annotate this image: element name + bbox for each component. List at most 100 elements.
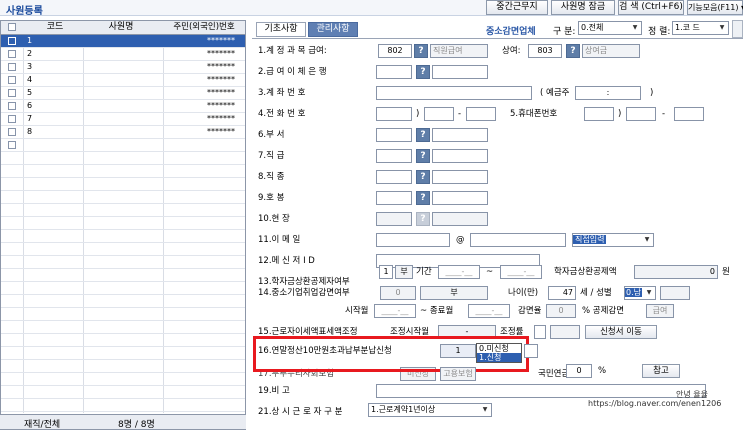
list-item[interactable]: 1 ******* xyxy=(1,35,245,48)
row-checkbox[interactable] xyxy=(8,102,16,110)
row-rrn: ******* xyxy=(207,88,235,97)
row-checkbox[interactable] xyxy=(8,89,16,97)
list-item[interactable]: 5 ******* xyxy=(1,87,245,100)
pension-rate[interactable]: 0 xyxy=(566,364,592,378)
bank-code-input[interactable] xyxy=(376,65,412,79)
lookup-icon[interactable]: ? xyxy=(416,191,430,205)
adjust-rate-text xyxy=(550,325,580,339)
pay-step-name[interactable] xyxy=(432,191,488,205)
row-checkbox[interactable] xyxy=(8,115,16,123)
list-item[interactable]: 2 ******* xyxy=(1,48,245,61)
phone-area-input[interactable] xyxy=(376,107,412,121)
list-item-empty[interactable] xyxy=(1,139,245,152)
installment-flag[interactable]: 1 xyxy=(440,344,476,358)
phone-mid-input[interactable] xyxy=(424,107,454,121)
age-input[interactable]: 47 xyxy=(548,286,576,300)
list-item[interactable]: 8 ******* xyxy=(1,126,245,139)
rank-name[interactable] xyxy=(432,149,488,163)
row-rrn: ******* xyxy=(207,101,235,110)
phone-label: 4.전 화 번 호 xyxy=(258,109,306,119)
messenger-label: 12.메 신 저 I D xyxy=(258,256,315,266)
application-move-button[interactable]: 신청서 이동 xyxy=(585,325,657,339)
lookup-icon[interactable]: ? xyxy=(414,44,428,58)
mobile-first-input[interactable] xyxy=(584,107,614,121)
list-item[interactable]: 3 ******* xyxy=(1,61,245,74)
lookup-icon[interactable]: ? xyxy=(416,65,430,79)
row-checkbox[interactable] xyxy=(8,63,16,71)
chevron-down-icon: ▼ xyxy=(719,24,725,31)
option-applied[interactable]: 1.신청 xyxy=(477,353,521,362)
list-item[interactable]: 6 ******* xyxy=(1,100,245,113)
sort-select[interactable]: 1.코 드 ▼ xyxy=(672,21,729,35)
reference-button[interactable]: 참고 xyxy=(642,364,680,378)
lookup-icon[interactable]: ? xyxy=(566,44,580,58)
mobile-mid-input[interactable] xyxy=(626,107,656,121)
list-item[interactable]: 4 ******* xyxy=(1,74,245,87)
tab-basic-info[interactable]: 기초사항 xyxy=(256,22,306,37)
row-checkbox[interactable] xyxy=(8,128,16,136)
period-start[interactable]: ____-__ xyxy=(438,265,480,279)
worker-type-select[interactable]: 1.근로계약1년이상 ▼ xyxy=(368,403,492,417)
row-checkbox[interactable] xyxy=(8,141,16,149)
select-all-checkbox[interactable] xyxy=(8,23,16,31)
period-end[interactable]: ____-__ xyxy=(500,265,542,279)
list-item-empty xyxy=(1,360,245,373)
tab-management[interactable]: 관리사항 xyxy=(308,22,358,37)
department-name[interactable] xyxy=(432,128,488,142)
division-select[interactable]: 0.전체 ▼ xyxy=(578,21,642,35)
panel-scroll-handle[interactable] xyxy=(732,20,743,38)
list-header: 코드 사원명 주민(외국인)번호 xyxy=(1,21,245,35)
function-menu-button[interactable]: 기능모음(F11) ▾ xyxy=(687,0,743,15)
account-number-input[interactable] xyxy=(376,86,532,100)
email-domain-select[interactable]: 직접입력 ▼ xyxy=(572,233,654,247)
employee-lock-button[interactable]: 사원명 잠금 xyxy=(551,0,615,15)
row-checkbox[interactable] xyxy=(8,37,16,45)
option-not-applied[interactable]: 0.미신청 xyxy=(477,344,521,353)
holder-input[interactable]: : xyxy=(575,86,641,100)
salary-account-code[interactable]: 802 xyxy=(378,44,412,58)
column-header-name: 사원명 xyxy=(108,22,134,32)
employee-list-panel: 코드 사원명 주민(외국인)번호 1 ******* 2 ******* 3 *… xyxy=(0,20,246,430)
division-label: 구 분: xyxy=(553,27,576,37)
start-month-input[interactable]: ____-__ xyxy=(374,304,416,318)
job-type-name[interactable] xyxy=(432,170,488,184)
bonus-account-code[interactable]: 803 xyxy=(528,44,562,58)
row-code: 8 xyxy=(27,127,33,136)
student-loan-flag[interactable]: 1 xyxy=(379,265,393,279)
remarks-input[interactable] xyxy=(376,384,706,398)
list-item-empty xyxy=(1,386,245,399)
end-month-label: ~ 종료월 xyxy=(420,306,454,316)
column-header-code: 코드 xyxy=(46,22,64,32)
bonus-account-name: 상여금 xyxy=(582,44,640,58)
email-domain-input[interactable] xyxy=(470,233,566,247)
list-item-empty xyxy=(1,373,245,386)
mobile-last-input[interactable] xyxy=(674,107,704,121)
list-item-empty xyxy=(1,178,245,191)
phone-last-input[interactable] xyxy=(466,107,496,121)
list-item[interactable]: 7 ******* xyxy=(1,113,245,126)
watermark-url: https://blog.naver.com/enen1206 xyxy=(588,399,722,408)
gender-select[interactable]: 0.남 ▼ xyxy=(624,286,656,300)
row-rrn: ******* xyxy=(207,75,235,84)
adjust-rate-input[interactable] xyxy=(534,325,546,339)
job-type-code[interactable] xyxy=(376,170,412,184)
rank-code[interactable] xyxy=(376,149,412,163)
pay-step-code[interactable] xyxy=(376,191,412,205)
search-button[interactable]: 검 색 (Ctrl+F6) xyxy=(618,0,684,15)
end-month-input[interactable]: ____-__ xyxy=(468,304,510,318)
list-item-empty xyxy=(1,165,245,178)
lookup-icon[interactable]: ? xyxy=(416,170,430,184)
intermediate-work-button[interactable]: 중간근무지 xyxy=(486,0,548,15)
site-code xyxy=(376,212,412,226)
installment-dropdown-list[interactable]: 0.미신청 1.신청 xyxy=(476,343,522,363)
email-id-input[interactable] xyxy=(376,233,450,247)
row-checkbox[interactable] xyxy=(8,76,16,84)
row-checkbox[interactable] xyxy=(8,50,16,58)
lookup-icon[interactable]: ? xyxy=(416,149,430,163)
chevron-down-icon: ▼ xyxy=(646,289,652,296)
gender-label: 세 / 성별 xyxy=(580,288,612,298)
bank-name-input[interactable] xyxy=(432,65,488,79)
remarks-label: 19.비 고 xyxy=(258,386,290,396)
lookup-icon[interactable]: ? xyxy=(416,128,430,142)
department-code[interactable] xyxy=(376,128,412,142)
